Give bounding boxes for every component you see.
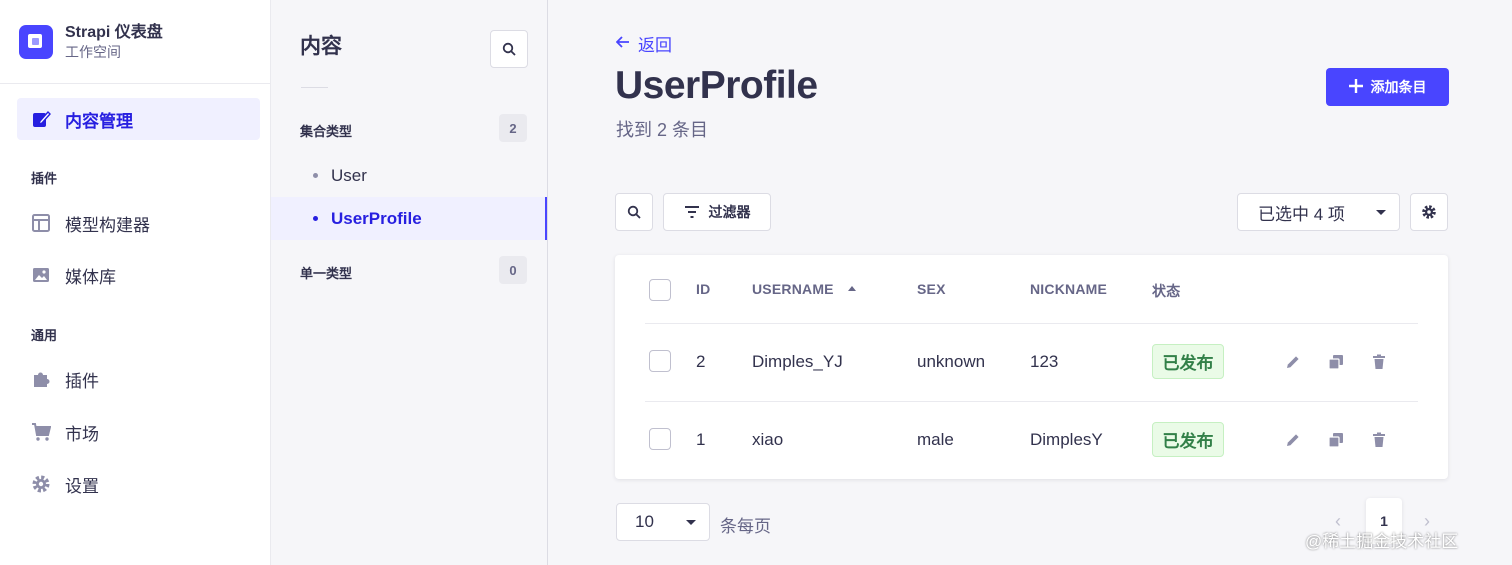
entries-count: 找到 2 条目 [616,120,709,140]
nav-label: 媒体库 [65,267,116,287]
cell-id: 2 [696,352,706,371]
edit-icon[interactable] [1283,352,1303,372]
nav-label: 内容管理 [65,111,133,131]
gear-icon [31,474,51,494]
back-link-label: 返回 [638,36,672,55]
cell-username: xiao [752,430,784,449]
plus-icon [1348,75,1363,97]
page-size-select[interactable]: 10 [616,503,710,541]
nav-media-library[interactable]: 媒体库 [17,254,260,296]
layout-icon [31,213,51,233]
sort-ascending-icon [847,285,856,291]
settings-button[interactable] [1410,193,1448,231]
nav-section-plugins: 插件 [31,171,58,186]
nav-label: 设置 [65,476,99,496]
content-subnav: 内容 集合类型 2 User UserProfile 单一类型 0 [271,0,548,565]
watermark: @稀土掘金技术社区 [1305,532,1459,551]
subnav-item-user[interactable]: User [271,154,547,197]
subnav-divider [301,87,328,88]
nav-content-type-builder[interactable]: 模型构建器 [17,202,260,244]
bullet-icon [313,173,318,178]
entries-table: ID USERNAME SEX NICKNAME 状态 2 Dimples_YJ… [615,255,1448,479]
main-nav: Strapi 仪表盘 工作空间 内容管理 插件 模型构建器 媒体库 通用 插件 … [0,0,271,565]
collection-types-count-badge: 2 [499,114,527,142]
delete-icon[interactable] [1369,430,1389,450]
column-header-sex[interactable]: SEX [917,281,946,297]
nav-section-general: 通用 [31,328,58,343]
columns-select[interactable]: 已选中 4 项 [1237,193,1400,231]
subnav-item-userprofile[interactable]: UserProfile [271,197,547,240]
main-content: 返回 UserProfile 找到 2 条目 添加条目 过滤器 已选中 4 项 … [548,0,1512,565]
row-divider [645,401,1418,402]
bullet-icon [313,216,318,221]
row-checkbox[interactable] [649,350,671,372]
column-header-username[interactable]: USERNAME [752,281,856,297]
cart-icon [31,422,51,442]
cell-sex: unknown [917,352,986,371]
page-title: UserProfile [615,64,818,107]
filter-label: 过滤器 [708,204,751,220]
row-checkbox[interactable] [649,428,671,450]
delete-icon[interactable] [1369,352,1389,372]
duplicate-icon[interactable] [1326,430,1346,450]
pencil-square-icon [31,109,51,129]
gear-icon [1422,205,1436,219]
nav-label: 插件 [65,371,99,391]
brand: Strapi 仪表盘 工作空间 [0,0,270,84]
cell-nickname: DimplesY [1030,430,1103,449]
nav-label: 模型构建器 [65,215,150,235]
nav-label: 市场 [65,424,99,444]
cell-nickname: 123 [1030,352,1059,371]
columns-select-value: 已选中 4 项 [1258,204,1345,224]
column-header-nickname[interactable]: NICKNAME [1030,281,1107,297]
puzzle-icon [31,369,51,389]
column-header-id[interactable]: ID [696,281,710,297]
status-badge: 已发布 [1152,422,1224,457]
brand-subtitle: 工作空间 [65,43,121,60]
add-entry-button[interactable]: 添加条目 [1326,68,1449,106]
edit-icon[interactable] [1283,430,1303,450]
subnav-item-label: UserProfile [331,208,422,228]
duplicate-icon[interactable] [1326,352,1346,372]
add-entry-label: 添加条目 [1370,79,1427,95]
nav-content-manager[interactable]: 内容管理 [17,98,260,140]
caret-down-icon [686,520,696,525]
subnav-item-label: User [331,165,367,185]
nav-marketplace[interactable]: 市场 [17,411,260,453]
row-divider [645,323,1418,324]
column-header-status: 状态 [1152,283,1181,299]
caret-down-icon [1376,210,1386,215]
single-types-label: 单一类型 [300,266,353,281]
page-size-label: 条每页 [720,517,771,536]
back-link[interactable]: 返回 [615,31,672,56]
search-icon [627,205,641,219]
nav-plugins[interactable]: 插件 [17,358,260,400]
status-badge: 已发布 [1152,344,1224,379]
select-all-checkbox[interactable] [649,279,671,301]
arrow-left-icon [615,35,630,53]
cell-username: Dimples_YJ [752,352,843,371]
table-search-button[interactable] [615,193,653,231]
page-size-value: 10 [635,512,654,531]
search-icon [502,42,516,56]
image-icon [31,265,51,285]
brand-title: Strapi 仪表盘 [65,23,163,41]
collection-types-label: 集合类型 [300,124,353,139]
single-types-count-badge: 0 [499,256,527,284]
filter-button[interactable]: 过滤器 [663,193,771,231]
cell-id: 1 [696,430,706,449]
nav-settings[interactable]: 设置 [17,463,260,505]
strapi-logo-icon [19,24,53,59]
cell-sex: male [917,430,954,449]
subnav-title: 内容 [300,35,342,58]
column-header-label: USERNAME [752,281,834,297]
subnav-search-button[interactable] [490,30,528,68]
filter-icon [684,206,700,218]
